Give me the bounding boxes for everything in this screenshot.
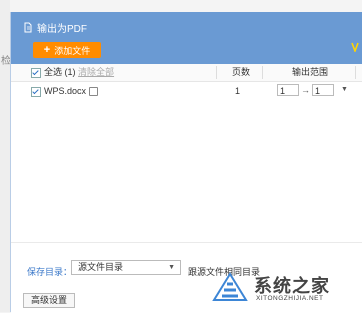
column-divider <box>262 66 263 79</box>
corner-logo-icon <box>351 42 359 55</box>
watermark-logo-icon <box>212 272 248 301</box>
edit-icon[interactable] <box>89 87 99 97</box>
header-output-range: 输出范围 <box>292 67 329 77</box>
table-header: 全选 (1) 清除全部 页数 输出范围 <box>11 64 362 82</box>
background-strip: 检 <box>0 0 11 312</box>
save-dir-select[interactable]: 源文件目录 ▼ <box>71 260 181 275</box>
file-checkbox[interactable] <box>31 86 41 97</box>
selected-count: (1) <box>64 67 76 77</box>
watermark: 系统之家 XITONGZHIJIA.NET <box>204 264 362 312</box>
select-all-cell: 全选 (1) 清除全部 <box>31 64 114 81</box>
range-to-input[interactable]: 1 <box>312 84 334 96</box>
add-file-button[interactable]: + 添加文件 <box>33 42 101 58</box>
file-name: WPS.docx <box>44 86 87 96</box>
advanced-settings-button[interactable]: 高级设置 <box>23 293 75 308</box>
save-dir-value: 源文件目录 <box>78 262 124 272</box>
dialog-title-text: 输出为PDF <box>37 24 87 35</box>
page-count: 1 <box>235 86 241 96</box>
select-all-label: 全选 <box>44 67 63 77</box>
select-all-checkbox[interactable] <box>31 67 41 78</box>
clear-all-link[interactable]: 清除全部 <box>78 67 114 77</box>
column-divider <box>355 66 356 79</box>
plus-icon: + <box>43 44 51 56</box>
title-bar: 输出为PDF + 添加文件 <box>11 12 362 64</box>
save-dir-label: 保存目录： <box>27 267 73 277</box>
range-dropdown-icon[interactable]: ▼ <box>341 86 348 93</box>
range-arrow: → <box>301 85 310 95</box>
range-from-input[interactable]: 1 <box>277 84 299 96</box>
dialog-title: 输出为PDF <box>23 20 87 35</box>
table-row: WPS.docx 1 1 → 1 ▼ <box>11 82 362 100</box>
chevron-down-icon: ▼ <box>168 264 175 271</box>
file-cell: WPS.docx <box>31 83 99 100</box>
watermark-subtext: XITONGZHIJIA.NET <box>256 295 324 302</box>
pdf-export-icon <box>23 22 33 33</box>
header-pages: 页数 <box>232 67 251 77</box>
column-divider <box>216 66 217 79</box>
add-file-label: 添加文件 <box>54 45 91 56</box>
